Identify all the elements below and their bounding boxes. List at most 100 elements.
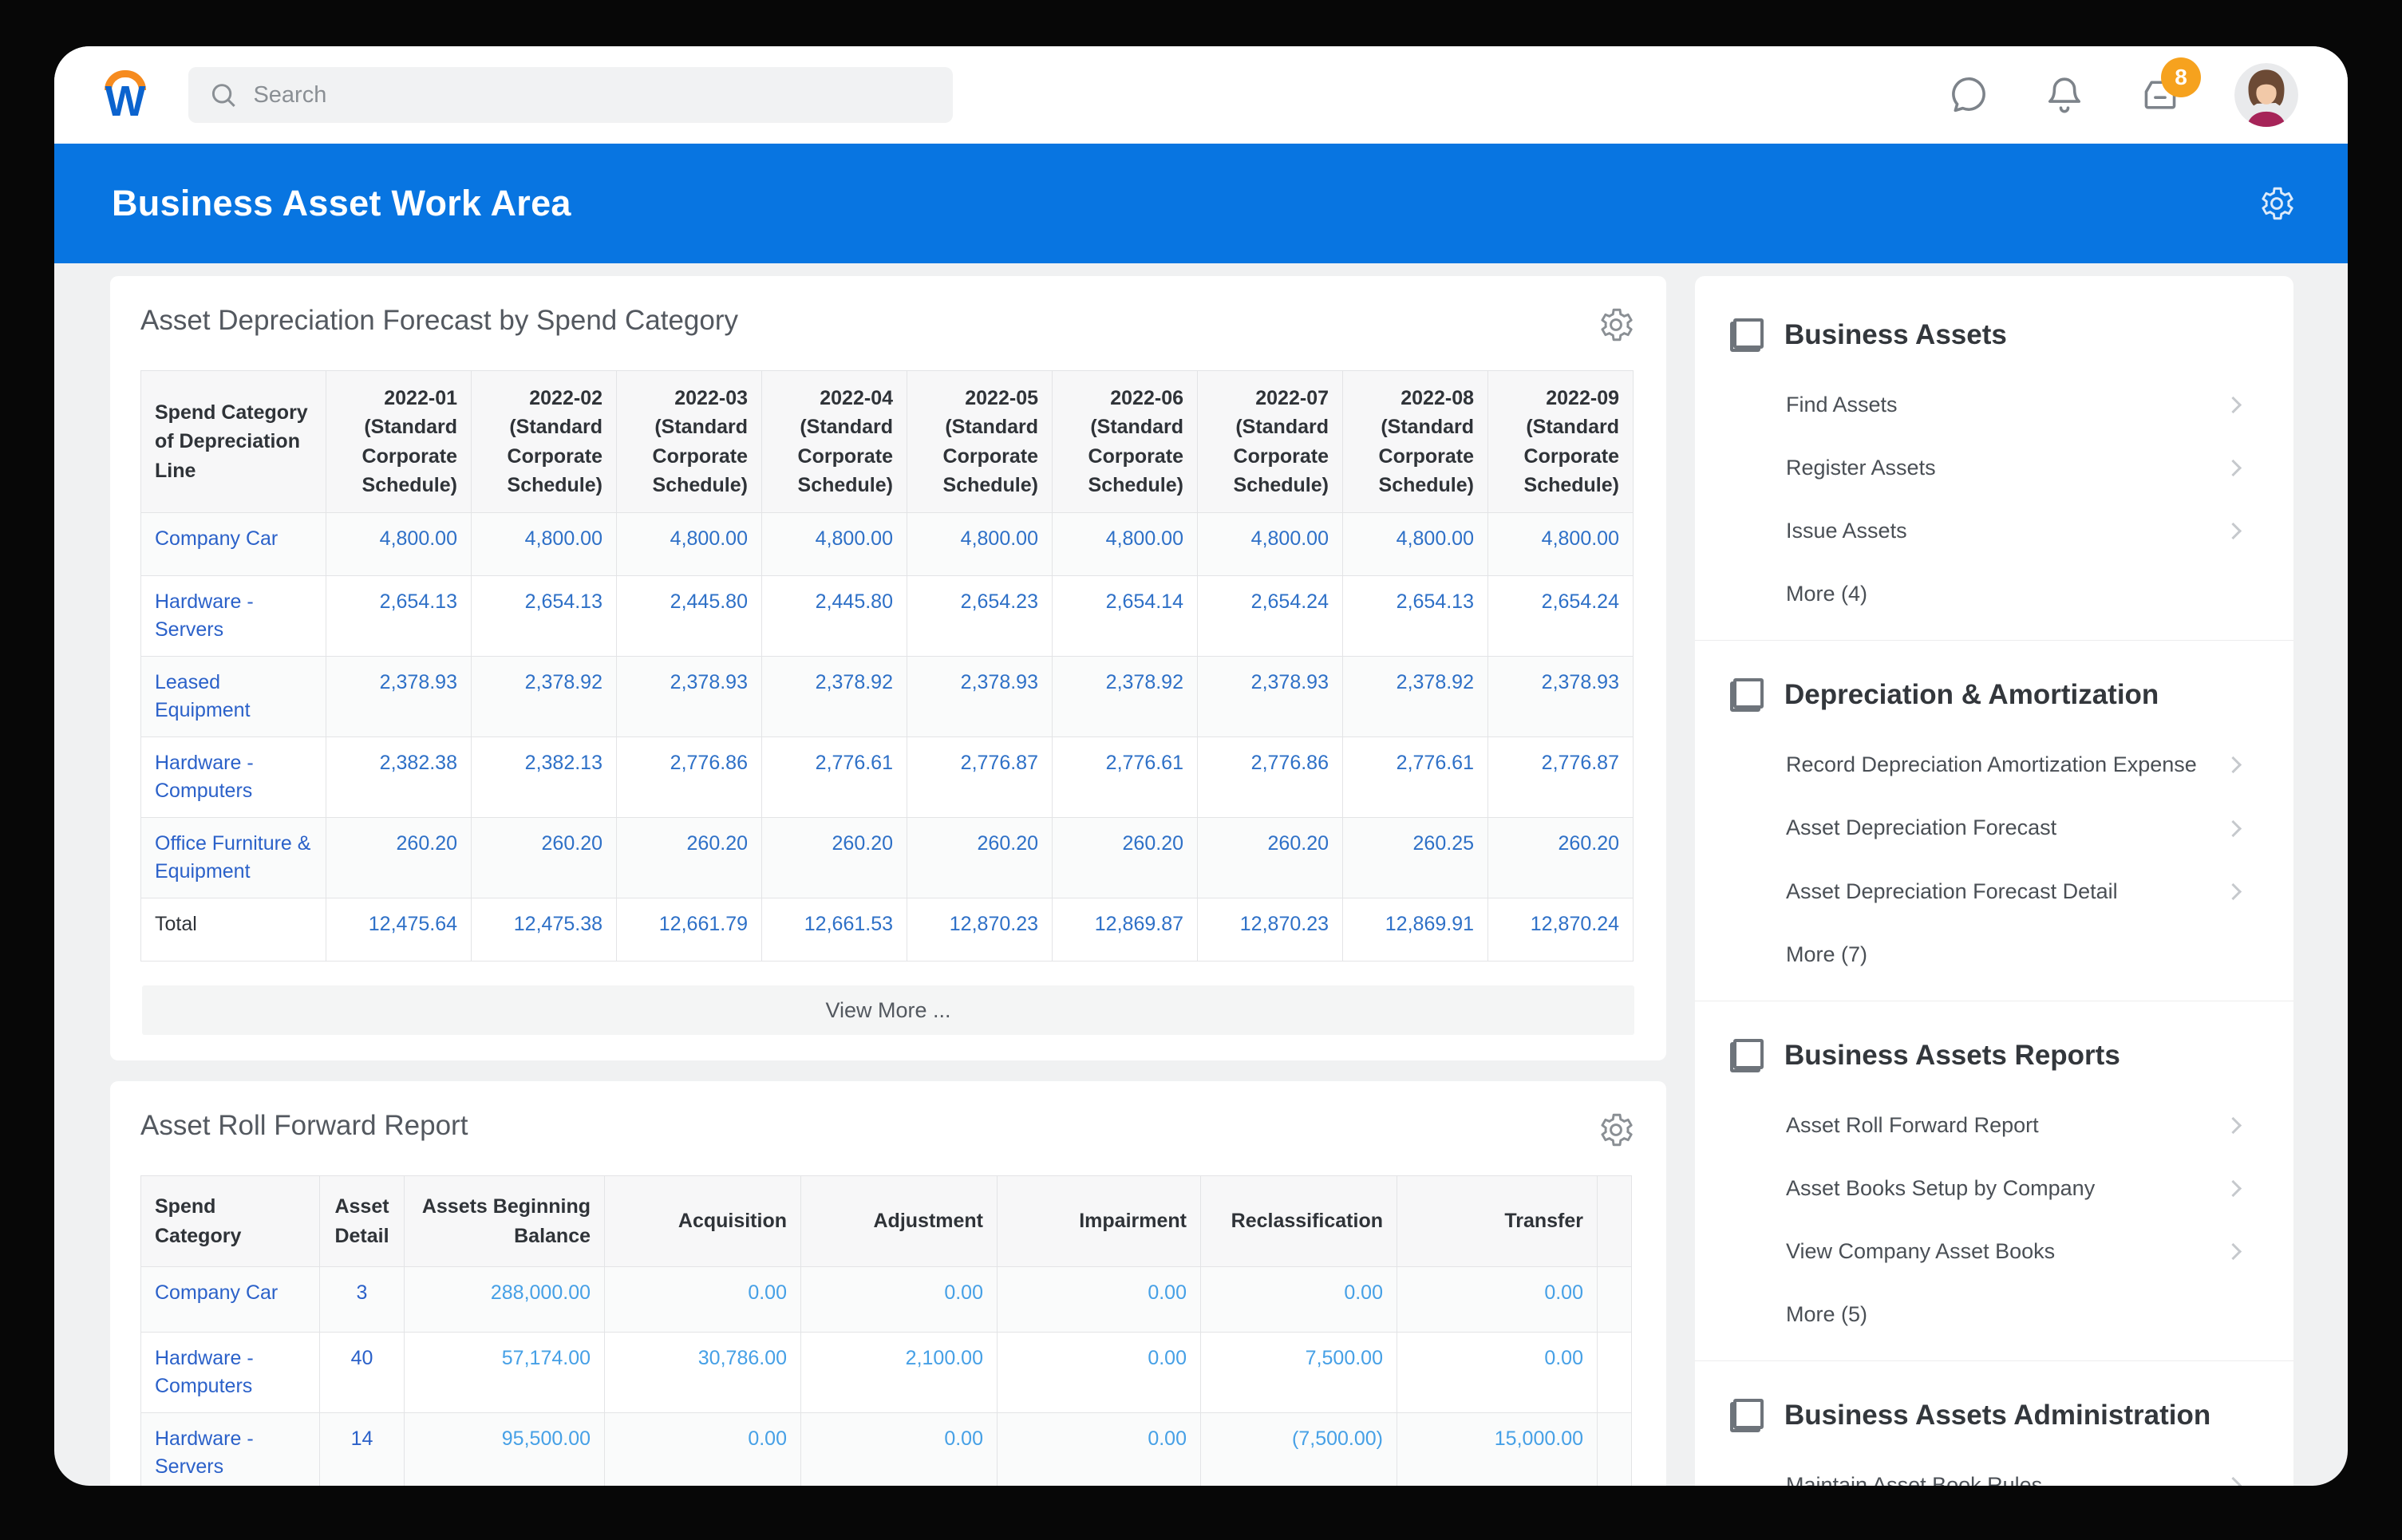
forecast-value[interactable]: 4,800.00 [907, 512, 1053, 576]
spend-category-link[interactable]: Hardware - Computers [140, 736, 326, 818]
forecast-value[interactable]: 2,378.92 [761, 656, 907, 737]
spend-category-link[interactable]: Hardware - Computers [140, 1332, 320, 1413]
forecast-value[interactable]: 260.20 [616, 817, 762, 898]
forecast-value[interactable]: 2,654.13 [471, 575, 617, 657]
forecast-value[interactable]: 260.20 [1052, 817, 1198, 898]
notifications-button[interactable] [2043, 73, 2086, 116]
forecast-total-value[interactable]: 12,870.24 [1487, 898, 1634, 962]
sidebar-item[interactable]: More (4) [1730, 563, 2258, 626]
forecast-value[interactable]: 2,654.13 [1342, 575, 1488, 657]
forecast-value[interactable]: 4,800.00 [1052, 512, 1198, 576]
forecast-value[interactable]: 260.20 [326, 817, 472, 898]
rollforward-value[interactable]: 0.00 [800, 1266, 998, 1333]
forecast-value[interactable]: 2,378.92 [471, 656, 617, 737]
forecast-total-value[interactable]: 12,475.64 [326, 898, 472, 962]
rollforward-value[interactable]: 7,500.00 [1200, 1332, 1397, 1413]
sidebar-item[interactable]: Issue Assets [1730, 500, 2258, 563]
forecast-total-value[interactable]: 12,661.79 [616, 898, 762, 962]
forecast-value[interactable]: 2,445.80 [761, 575, 907, 657]
spend-category-link[interactable]: Company Car [140, 1266, 320, 1333]
page-settings-button[interactable] [2257, 184, 2297, 223]
forecast-value[interactable]: 2,378.92 [1342, 656, 1488, 737]
spend-category-link[interactable]: Leased Equipment [140, 656, 326, 737]
forecast-value[interactable]: 2,378.92 [1052, 656, 1198, 737]
forecast-total-value[interactable]: 12,661.53 [761, 898, 907, 962]
forecast-value[interactable]: 2,776.61 [761, 736, 907, 818]
forecast-value[interactable]: 260.20 [761, 817, 907, 898]
forecast-value[interactable]: 2,654.23 [907, 575, 1053, 657]
view-more-link[interactable]: View More ... [142, 985, 1634, 1035]
asset-detail-link[interactable]: 14 [319, 1412, 405, 1486]
spend-category-link[interactable]: Hardware - Servers [140, 1412, 320, 1486]
sidebar-item[interactable]: Record Depreciation Amortization Expense [1730, 733, 2258, 796]
rollforward-value[interactable]: 0.00 [997, 1412, 1201, 1486]
forecast-total-value[interactable]: 12,869.87 [1052, 898, 1198, 962]
forecast-value[interactable]: 2,654.24 [1487, 575, 1634, 657]
asset-detail-link[interactable]: 40 [319, 1332, 405, 1413]
avatar[interactable] [2234, 63, 2298, 127]
asset-detail-link[interactable]: 3 [319, 1266, 405, 1333]
forecast-value[interactable]: 2,382.13 [471, 736, 617, 818]
sidebar-item[interactable]: Asset Books Setup by Company [1730, 1157, 2258, 1220]
rollforward-value[interactable]: 0.00 [1397, 1332, 1598, 1413]
forecast-value[interactable]: 2,776.86 [1197, 736, 1343, 818]
rollforward-value[interactable]: 0.00 [604, 1266, 801, 1333]
forecast-value[interactable]: 260.20 [1487, 817, 1634, 898]
forecast-value[interactable]: 2,378.93 [1487, 656, 1634, 737]
forecast-value[interactable]: 2,776.87 [1487, 736, 1634, 818]
rollforward-value[interactable]: 288,000.00 [404, 1266, 605, 1333]
sidebar-item[interactable]: Register Assets [1730, 436, 2258, 500]
rollforward-value[interactable]: 0.00 [997, 1266, 1201, 1333]
rollforward-value[interactable]: 0.00 [1397, 1266, 1598, 1333]
forecast-value[interactable]: 2,378.93 [616, 656, 762, 737]
sidebar-item[interactable]: View Company Asset Books [1730, 1220, 2258, 1283]
forecast-value[interactable]: 4,800.00 [326, 512, 472, 576]
sidebar-item[interactable]: More (7) [1730, 923, 2258, 986]
forecast-value[interactable]: 2,776.87 [907, 736, 1053, 818]
forecast-value[interactable]: 4,800.00 [1487, 512, 1634, 576]
forecast-value[interactable]: 2,654.13 [326, 575, 472, 657]
sidebar-item[interactable]: Asset Depreciation Forecast Detail [1730, 860, 2258, 923]
spend-category-link[interactable]: Company Car [140, 512, 326, 576]
forecast-value[interactable]: 4,800.00 [761, 512, 907, 576]
rollforward-value[interactable]: 57,174.00 [404, 1332, 605, 1413]
forecast-value[interactable]: 2,382.38 [326, 736, 472, 818]
sidebar-item[interactable]: Asset Depreciation Forecast [1730, 796, 2258, 859]
spend-category-link[interactable]: Hardware - Servers [140, 575, 326, 657]
forecast-value[interactable]: 4,800.00 [1197, 512, 1343, 576]
forecast-value[interactable]: 2,776.61 [1052, 736, 1198, 818]
rollforward-value[interactable]: 15,000.00 [1397, 1412, 1598, 1486]
forecast-value[interactable]: 2,654.24 [1197, 575, 1343, 657]
rollforward-value[interactable]: 0.00 [604, 1412, 801, 1486]
forecast-value[interactable]: 4,800.00 [1342, 512, 1488, 576]
forecast-value[interactable]: 260.20 [907, 817, 1053, 898]
forecast-total-value[interactable]: 12,870.23 [1197, 898, 1343, 962]
sidebar-item[interactable]: Asset Roll Forward Report [1730, 1094, 2258, 1157]
sidebar-item[interactable]: Maintain Asset Book Rules [1730, 1454, 2258, 1486]
forecast-value[interactable]: 2,378.93 [907, 656, 1053, 737]
rollforward-value[interactable]: 0.00 [800, 1412, 998, 1486]
forecast-total-value[interactable]: 12,869.91 [1342, 898, 1488, 962]
sidebar-item[interactable]: Find Assets [1730, 373, 2258, 436]
forecast-value[interactable]: 260.20 [1197, 817, 1343, 898]
spend-category-link[interactable]: Office Furniture & Equipment [140, 817, 326, 898]
forecast-value[interactable]: 2,776.61 [1342, 736, 1488, 818]
rollforward-value[interactable]: 30,786.00 [604, 1332, 801, 1413]
rollforward-value[interactable]: (7,500.00) [1200, 1412, 1397, 1486]
forecast-total-value[interactable]: 12,870.23 [907, 898, 1053, 962]
forecast-value[interactable]: 260.25 [1342, 817, 1488, 898]
forecast-value[interactable]: 4,800.00 [616, 512, 762, 576]
forecast-settings-button[interactable] [1596, 305, 1636, 345]
forecast-value[interactable]: 260.20 [471, 817, 617, 898]
search-input[interactable] [251, 81, 934, 109]
rollforward-settings-button[interactable] [1596, 1110, 1636, 1150]
rollforward-value[interactable]: 95,500.00 [404, 1412, 605, 1486]
forecast-total-value[interactable]: 12,475.38 [471, 898, 617, 962]
forecast-value[interactable]: 2,776.86 [616, 736, 762, 818]
rollforward-value[interactable]: 0.00 [997, 1332, 1201, 1413]
chat-button[interactable] [1947, 73, 1990, 116]
rollforward-value[interactable]: 2,100.00 [800, 1332, 998, 1413]
rollforward-value[interactable]: 0.00 [1200, 1266, 1397, 1333]
search-bar[interactable] [188, 67, 953, 123]
forecast-value[interactable]: 2,654.14 [1052, 575, 1198, 657]
